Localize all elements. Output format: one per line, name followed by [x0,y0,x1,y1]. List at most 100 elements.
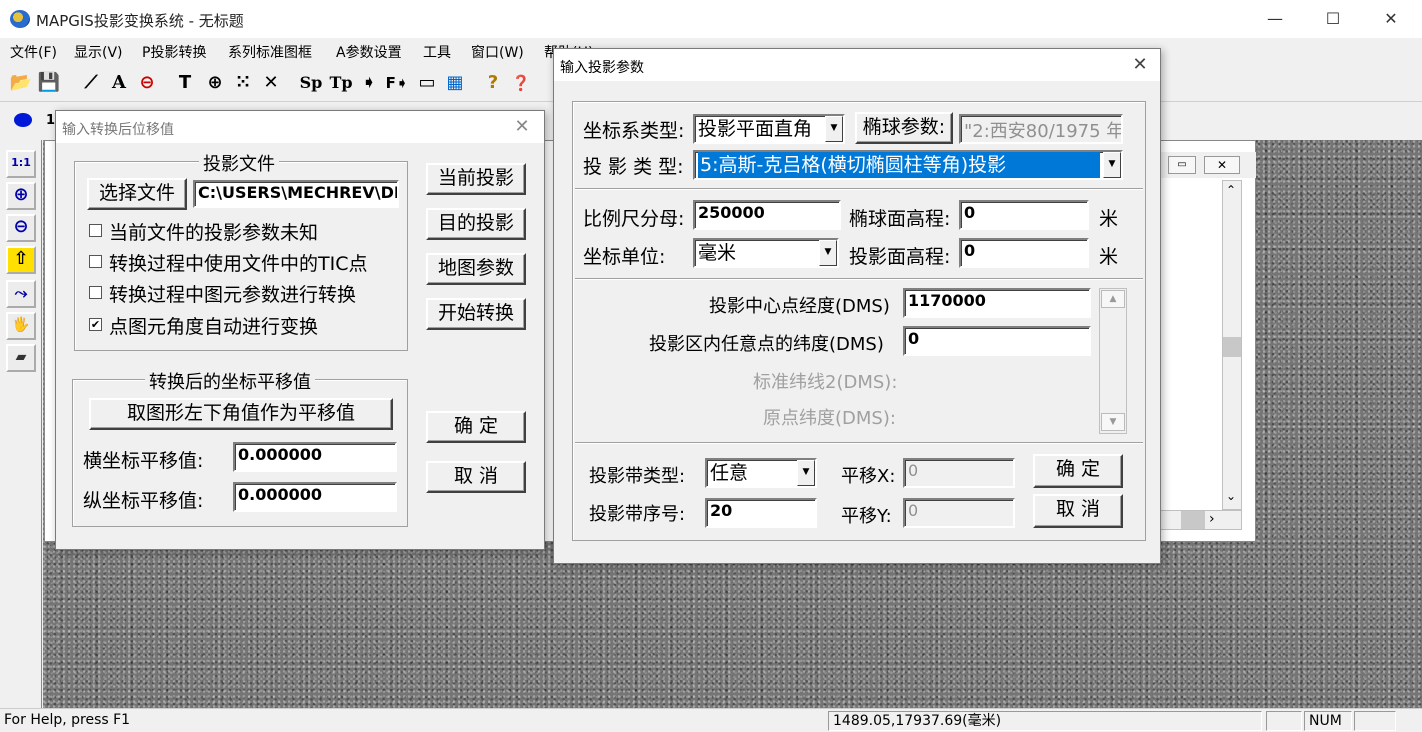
take-lower-left-button[interactable]: 取图形左下角值作为平移值 [89,398,393,430]
pan-icon[interactable]: ⤳ [6,280,36,308]
any-lat-field[interactable]: 0 [903,326,1091,356]
move-up-icon[interactable]: ⇧ [6,246,36,274]
scroll-down-icon[interactable]: ⌄ [1226,489,1236,503]
menu-frame[interactable]: 系列标准图框 [228,42,312,62]
center-lon-field[interactable]: 1170000 [903,288,1091,318]
restore-icon[interactable]: ▭ [1168,156,1196,174]
proj-ok-button[interactable]: 确 定 [1033,454,1123,488]
auto-angle-checkbox[interactable]: ✔ [89,318,102,331]
app-title: MAPGIS投影变换系统 - 无标题 [36,12,244,30]
color-dot-icon[interactable] [14,113,32,127]
points-icon[interactable]: ⁙ [230,70,256,96]
hscroll-thumb[interactable] [1181,511,1205,529]
use-tic-label: 转换过程中使用文件中的TIC点 [109,253,368,275]
text-icon[interactable]: A [106,70,132,96]
monitor-icon[interactable]: ▭ [414,70,440,96]
proj-type-label: 投 影 类 型: [583,156,684,178]
ellipsoid-params-button[interactable]: 椭球参数: [855,112,953,144]
save-icon[interactable]: 💾 [36,70,62,96]
projection-file-group: 投影文件 选择文件 C:\USERS\MECHREV\DES 当前文件的投影参数… [74,150,408,351]
menu-window[interactable]: 窗口(W) [471,42,524,62]
status-bar: For Help, press F1 1489.05,17937.69(毫米) … [0,708,1422,732]
auto-angle-label: 点图元角度自动进行变换 [109,316,319,338]
tp-icon[interactable]: Tp [328,70,354,96]
arrow-icon[interactable]: ➧ [356,70,382,96]
proj-height-field[interactable]: 0 [959,238,1089,268]
params-scrollbar[interactable]: ▲ ▼ [1099,288,1127,434]
coord-unit-label: 坐标单位: [583,246,666,268]
ellipsoid-field: "2:西安80/1975 年I [959,114,1123,144]
unknown-params-label: 当前文件的投影参数未知 [109,222,319,244]
shift-y-field: 0 [903,498,1015,528]
crosshair-icon[interactable]: ⊕ [202,70,228,96]
scroll-right-icon[interactable]: › [1209,511,1215,527]
region-icon[interactable]: ⊖ [134,70,160,96]
zoom-out-icon[interactable]: ⊖ [6,214,36,242]
x-shift-field[interactable]: 0.000000 [233,442,397,472]
line-icon[interactable]: ⟋ [78,70,104,96]
offset-dialog-close-icon[interactable]: ✕ [508,115,536,139]
open-icon[interactable]: 📂 [8,70,34,96]
projection-dialog-close-icon[interactable]: ✕ [1126,53,1154,77]
offset-dialog-title: 输入转换后位移值 [56,111,544,143]
ellip-height-label: 椭球面高程: [849,208,951,230]
close-button[interactable]: ✕ [1362,0,1420,38]
tic-icon[interactable]: T [172,70,198,96]
menu-params[interactable]: A参数设置 [336,42,402,62]
hand-icon[interactable]: 🖐 [6,312,36,340]
convert-params-checkbox[interactable] [89,286,102,299]
menu-tools[interactable]: 工具 [423,42,451,62]
eraser-icon[interactable]: ▰ [6,344,36,372]
coord-type-select[interactable]: 投影平面直角 ▼ [693,114,845,144]
select-file-button[interactable]: 选择文件 [87,178,187,210]
zoom-in-icon[interactable]: ⊕ [6,182,36,210]
projection-params-dialog: 输入投影参数 ✕ 坐标系类型: 投影平面直角 ▼ 椭球参数: "2:西安80/1… [553,48,1161,564]
menu-projection[interactable]: P投影转换 [142,42,206,62]
proj-type-select[interactable]: 5:高斯-克吕格(横切椭圆柱等角)投影 ▼ [693,150,1123,180]
target-projection-button[interactable]: 目的投影 [426,208,526,240]
f-arrow-icon[interactable]: F➧ [384,70,410,96]
scroll-down-icon[interactable]: ▼ [1101,413,1125,431]
map-params-button[interactable]: 地图参数 [426,253,526,285]
start-convert-button[interactable]: 开始转换 [426,298,526,330]
sp-icon[interactable]: Sp [298,70,324,96]
ellip-height-field[interactable]: 0 [959,200,1089,230]
menu-file[interactable]: 文件(F) [10,42,57,62]
zone-type-select[interactable]: 任意 ▼ [705,458,817,488]
zoom-1to1-icon[interactable]: 1:1 [6,150,36,178]
scale-field[interactable]: 250000 [693,200,841,230]
use-tic-checkbox[interactable] [89,255,102,268]
menu-view[interactable]: 显示(V) [74,42,123,62]
maximize-button[interactable]: ☐ [1304,0,1362,38]
scroll-up-icon[interactable]: ⌃ [1226,183,1236,197]
dropdown-arrow-icon[interactable]: ▼ [819,240,837,266]
vertical-scrollbar[interactable]: ⌃ ⌄ [1222,180,1242,510]
dropdown-arrow-icon[interactable]: ▼ [797,460,815,486]
help-icon[interactable]: ? [480,70,506,96]
delete-icon[interactable]: ✕ [258,70,284,96]
unknown-params-checkbox[interactable] [89,224,102,237]
context-help-icon[interactable]: ❓ [508,70,534,96]
coord-unit-select[interactable]: 毫米 ▼ [693,238,839,268]
offset-cancel-button[interactable]: 取 消 [426,461,526,493]
convert-params-label: 转换过程中图元参数进行转换 [109,284,357,306]
offset-ok-button[interactable]: 确 定 [426,411,526,443]
file-path-field[interactable]: C:\USERS\MECHREV\DES [193,180,399,208]
y-shift-field[interactable]: 0.000000 [233,482,397,512]
center-lon-label: 投影中心点经度(DMS) [709,296,890,317]
close-doc-icon[interactable]: ✕ [1204,156,1240,174]
separator [575,442,1143,444]
proj-height-label: 投影面高程: [849,246,951,268]
dropdown-arrow-icon[interactable]: ▼ [825,116,843,142]
grid-icon[interactable]: ▦ [442,70,468,96]
minimize-button[interactable]: — [1246,0,1304,38]
dropdown-arrow-icon[interactable]: ▼ [1103,152,1121,178]
shift-x-label: 平移X: [841,466,896,487]
current-projection-button[interactable]: 当前投影 [426,163,526,195]
status-scroll-pane [1354,711,1396,731]
scroll-thumb[interactable] [1223,337,1241,357]
horizontal-scrollbar[interactable]: › [1160,510,1242,530]
proj-cancel-button[interactable]: 取 消 [1033,494,1123,528]
zone-number-field[interactable]: 20 [705,498,817,528]
scroll-up-icon[interactable]: ▲ [1101,290,1125,308]
